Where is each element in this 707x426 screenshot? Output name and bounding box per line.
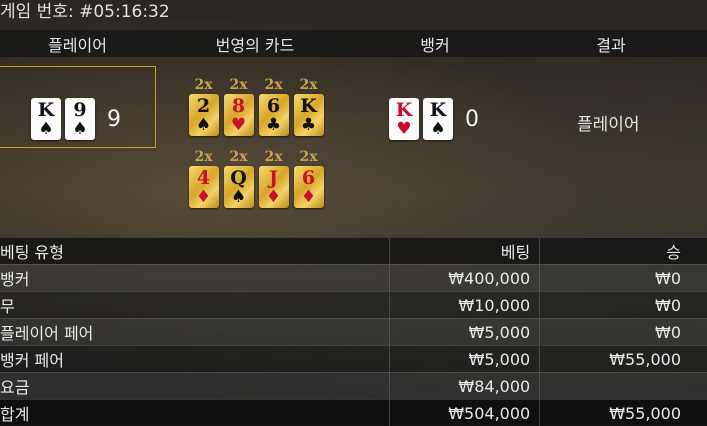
multiplier: 2x	[299, 77, 318, 93]
multiplier: 2x	[229, 149, 248, 165]
playing-card: K ♠	[423, 98, 453, 140]
spade-icon: ♠	[38, 118, 54, 139]
table-total-row: 합계 ₩504,000 ₩55,000	[0, 399, 707, 426]
total-win: ₩55,000	[609, 403, 682, 423]
card-rank: K	[395, 98, 413, 121]
banker-score: 0	[465, 106, 479, 132]
table-header-row: 베팅 유형 베팅 승	[0, 237, 707, 264]
win-amount: ₩0	[655, 322, 682, 342]
club-icon: ♣	[300, 114, 317, 135]
card-rank: 6	[266, 94, 281, 117]
spade-icon: ♠	[230, 186, 247, 207]
result-winner: 플레이어	[577, 115, 640, 135]
card-rank: 6	[301, 166, 316, 189]
card-rank: Q	[230, 166, 247, 189]
card-rank: 2	[196, 94, 211, 117]
playing-card: K ♥	[389, 98, 419, 140]
bet-type: 뱅커 페어	[0, 346, 391, 372]
bonus-card: 2x 4 ♦	[186, 148, 221, 208]
bet-amount: ₩10,000	[390, 292, 541, 318]
multiplier: 2x	[194, 77, 213, 93]
bonus-cards-grid: 2x 2 ♠ 2x 8 ♥ 2x 6 ♣ 2x K ♣ 2x 4 ♦ 2x Q ♠ 2x J…	[186, 76, 326, 208]
bonus-card: 2x 2 ♠	[186, 76, 221, 136]
player-hand: K ♠ 9 ♠ 9	[31, 98, 121, 140]
playing-card: 9 ♠	[65, 98, 95, 140]
spade-icon: ♠	[72, 118, 88, 139]
results-header: 플레이어 번영의 카드 뱅커 결과	[0, 30, 707, 57]
card-rank: K	[429, 98, 447, 121]
bet-type: 요금	[0, 373, 391, 399]
diamond-icon: ♦	[265, 186, 282, 207]
table-row: 뱅커 페어 ₩5,000 ₩55,000	[0, 345, 707, 372]
bet-amount: ₩5,000	[390, 346, 541, 372]
bonus-card: 2x K ♣	[291, 76, 326, 136]
win-amount: ₩55,000	[609, 349, 682, 369]
banker-hand: K ♥ K ♠ 0	[389, 98, 479, 140]
club-icon: ♣	[265, 114, 282, 135]
heart-icon: ♥	[230, 114, 247, 135]
total-label: 합계	[0, 400, 391, 426]
multiplier: 2x	[194, 149, 213, 165]
multiplier: 2x	[264, 77, 283, 93]
card-rank: 8	[231, 94, 246, 117]
win-amount: ₩0	[655, 268, 682, 288]
bonus-card: 2x 8 ♥	[221, 76, 256, 136]
bonus-card: 2x 6 ♣	[256, 76, 291, 136]
bet-type: 플레이어 페어	[0, 319, 391, 345]
bet-type: 무	[0, 292, 391, 318]
card-rank: K	[300, 94, 317, 117]
bonus-card: 2x 6 ♦	[291, 148, 326, 208]
header-bonus-cards: 번영의 카드	[215, 35, 295, 55]
bet-amount: ₩5,000	[390, 319, 541, 345]
win-amount: ₩0	[655, 295, 682, 315]
card-rank: K	[37, 98, 55, 121]
multiplier: 2x	[299, 149, 318, 165]
round-number: 게임 번호: #05:16:32	[0, 2, 170, 22]
table-row: 뱅커 ₩400,000 ₩0	[0, 264, 707, 291]
bets-table: 베팅 유형 베팅 승 뱅커 ₩400,000 ₩0 무 ₩10,000 ₩0 플…	[0, 237, 707, 426]
table-row: 요금 ₩84,000	[0, 372, 707, 399]
card-rank: 9	[73, 98, 87, 121]
header-result: 결과	[596, 35, 626, 55]
bet-amount: ₩84,000	[390, 373, 541, 399]
playing-card: K ♠	[31, 98, 61, 140]
bonus-card: 2x J ♦	[256, 148, 291, 208]
bet-type: 뱅커	[0, 265, 391, 291]
win-amount	[540, 373, 707, 399]
table-row: 플레이어 페어 ₩5,000 ₩0	[0, 318, 707, 345]
multiplier: 2x	[229, 77, 248, 93]
multiplier: 2x	[264, 149, 283, 165]
bet-amount: ₩400,000	[390, 265, 541, 291]
spade-icon: ♠	[430, 118, 446, 139]
table-row: 무 ₩10,000 ₩0	[0, 291, 707, 318]
heart-icon: ♥	[396, 118, 412, 139]
bonus-card: 2x Q ♠	[221, 148, 256, 208]
col-bet: 베팅	[390, 238, 541, 264]
total-bet: ₩504,000	[390, 400, 541, 426]
col-bet-type: 베팅 유형	[0, 238, 391, 264]
header-banker: 뱅커	[420, 35, 450, 55]
card-rank: J	[269, 166, 278, 189]
player-score: 9	[107, 106, 121, 132]
diamond-icon: ♦	[195, 186, 212, 207]
diamond-icon: ♦	[300, 186, 317, 207]
col-win: 승	[666, 243, 682, 262]
header-player: 플레이어	[48, 35, 107, 55]
card-rank: 4	[196, 166, 211, 189]
spade-icon: ♠	[195, 114, 212, 135]
